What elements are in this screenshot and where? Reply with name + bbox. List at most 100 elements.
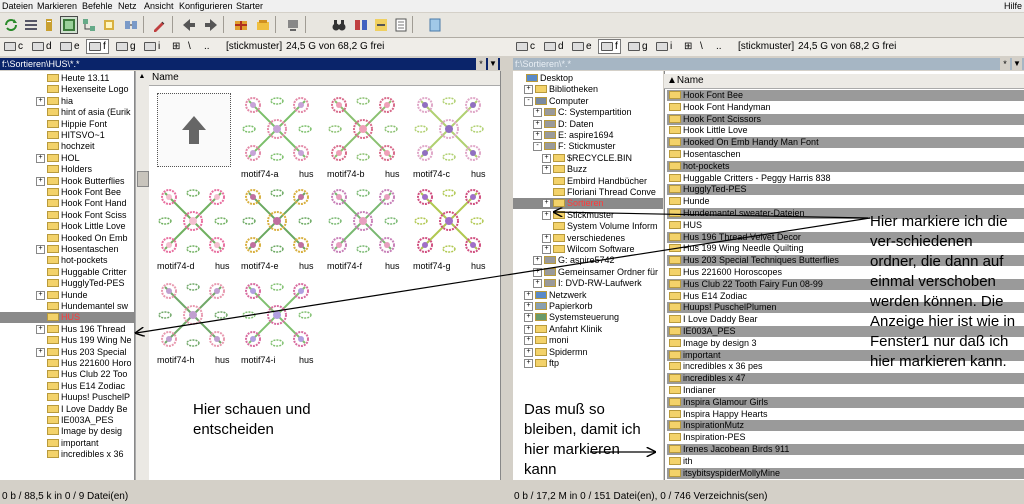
- tree-item[interactable]: HITSVO~1: [0, 130, 134, 141]
- tree-view-icon[interactable]: [80, 16, 98, 34]
- expand-icon[interactable]: +: [533, 279, 542, 289]
- drive-i-left[interactable]: i: [142, 40, 162, 53]
- right-path-bar[interactable]: f:\Sortieren\*.* * ▼: [513, 58, 1024, 70]
- expand-icon[interactable]: +: [36, 290, 45, 300]
- ftp-icon[interactable]: [284, 16, 302, 34]
- drive-d-right[interactable]: d: [542, 40, 566, 53]
- menu-befehle[interactable]: Befehle: [82, 0, 113, 12]
- notepad-icon[interactable]: [392, 16, 410, 34]
- tree-item[interactable]: hot-pockets: [0, 255, 134, 266]
- embroidery-thumbnail[interactable]: [413, 185, 485, 257]
- search-binoculars-icon[interactable]: [330, 16, 348, 34]
- drive-e-right[interactable]: e: [570, 40, 594, 53]
- scroll-thumb[interactable]: [137, 171, 149, 187]
- list-item[interactable]: incredibles x 47: [667, 373, 1024, 385]
- sync-dirs-icon[interactable]: [372, 16, 390, 34]
- tree-item[interactable]: - F: Stickmuster: [513, 141, 663, 152]
- back-arrow-icon[interactable]: [180, 16, 198, 34]
- tree-item[interactable]: + D: Daten: [513, 119, 663, 130]
- list-item[interactable]: Inspiration-PES: [667, 432, 1024, 443]
- right-history-star-button[interactable]: *: [1000, 58, 1010, 70]
- drive-e-left[interactable]: e: [58, 40, 82, 53]
- list-item[interactable]: Hook Font Scissors: [667, 113, 1024, 125]
- tree-item[interactable]: + $RECYCLE.BIN: [513, 153, 663, 164]
- tree-item[interactable]: + hia: [0, 96, 134, 107]
- expand-icon[interactable]: +: [542, 245, 551, 254]
- list-item[interactable]: Huggable Critters - Peggy Harris 838: [667, 173, 1024, 184]
- network-drive-icon-right[interactable]: ⊞: [682, 40, 694, 53]
- left-column-header[interactable]: Name: [149, 71, 500, 86]
- expand-icon[interactable]: +: [524, 336, 533, 346]
- thumbnail-view-icon[interactable]: [60, 16, 78, 34]
- sync-icon[interactable]: [122, 16, 140, 34]
- tree-item[interactable]: Hook Font Bee: [0, 187, 134, 198]
- expand-icon[interactable]: +: [542, 210, 551, 220]
- tree-item[interactable]: I Love Daddy Be: [0, 404, 134, 415]
- embroidery-thumbnail[interactable]: [157, 185, 229, 257]
- tree-item[interactable]: + verschiedenes: [513, 233, 663, 244]
- expand-icon[interactable]: +: [524, 85, 533, 95]
- drive-f-right[interactable]: f: [598, 39, 621, 54]
- expand-icon[interactable]: +: [542, 233, 551, 243]
- tree-item[interactable]: + Hus 203 Special: [0, 347, 134, 358]
- tree-item[interactable]: Embird Handbücher: [513, 176, 663, 187]
- root-button-right[interactable]: \: [700, 40, 703, 53]
- tree-item[interactable]: Desktop: [513, 73, 663, 84]
- tree-item[interactable]: + Spidermn: [513, 347, 663, 358]
- tree-item[interactable]: IE003A_PES: [0, 415, 134, 426]
- tree-item[interactable]: + Anfahrt Klinik: [513, 324, 663, 335]
- tree-item[interactable]: hochzeit: [0, 141, 134, 152]
- menu-dateien[interactable]: Dateien: [2, 0, 33, 12]
- forward-arrow-icon[interactable]: [202, 16, 220, 34]
- tree-item[interactable]: Huups! PuschelP: [0, 392, 134, 403]
- list-item[interactable]: Hunde: [667, 196, 1024, 207]
- tree-item[interactable]: Hus 199 Wing Ne: [0, 335, 134, 346]
- embroidery-thumbnail[interactable]: [241, 93, 313, 165]
- tree-item[interactable]: System Volume Inform: [513, 221, 663, 232]
- tree-item[interactable]: + I: DVD-RW-Laufwerk: [513, 278, 663, 289]
- tree-item[interactable]: HugglyTed-PES: [0, 278, 134, 289]
- cmd-icon[interactable]: [426, 16, 444, 34]
- embroidery-thumbnail[interactable]: [327, 93, 399, 165]
- parent-dir-thumbnail[interactable]: [157, 93, 231, 167]
- menu-hilfe[interactable]: Hilfe: [1004, 0, 1022, 12]
- menu-netz[interactable]: Netz: [118, 0, 137, 12]
- expand-icon[interactable]: +: [542, 165, 551, 175]
- list-item[interactable]: HugglyTed-PES: [667, 184, 1024, 196]
- list-item[interactable]: InspirationMutz: [667, 420, 1024, 432]
- drive-i-right[interactable]: i: [654, 40, 674, 53]
- details-view-icon[interactable]: [40, 16, 58, 34]
- tree-item[interactable]: + Netzwerk: [513, 290, 663, 301]
- list-item[interactable]: Hook Little Love: [667, 125, 1024, 136]
- tree-item[interactable]: + Sortieren: [513, 198, 663, 210]
- list-view-icon[interactable]: [22, 16, 40, 34]
- drive-d-left[interactable]: d: [30, 40, 54, 53]
- left-folder-tree[interactable]: Heute 13.11 Hexenseite Logo + hia hint of as…: [0, 71, 135, 480]
- list-item[interactable]: Indianer: [667, 385, 1024, 396]
- tree-item[interactable]: + Papierkorb: [513, 301, 663, 312]
- right-column-header[interactable]: ▲Name: [664, 74, 1024, 89]
- filter-icon[interactable]: [100, 16, 118, 34]
- scroll-up-icon[interactable]: ▲: [137, 72, 147, 82]
- list-item[interactable]: Inspira Happy Hearts: [667, 409, 1024, 420]
- tree-item[interactable]: + E: aspire1694: [513, 130, 663, 141]
- tree-item[interactable]: Hook Little Love: [0, 221, 134, 232]
- expand-icon[interactable]: +: [36, 96, 45, 106]
- right-history-dropdown-icon[interactable]: ▼: [1012, 58, 1022, 70]
- tree-item[interactable]: + G: aspire5742: [513, 255, 663, 266]
- tree-item[interactable]: Hus E14 Zodiac: [0, 381, 134, 392]
- tree-item[interactable]: Hook Font Sciss: [0, 210, 134, 221]
- tree-item[interactable]: Hus 221600 Horo: [0, 358, 134, 369]
- tree-item[interactable]: important: [0, 438, 134, 449]
- list-item[interactable]: Hook Font Handyman: [667, 102, 1024, 113]
- expand-icon[interactable]: +: [36, 324, 45, 334]
- menu-konfigurieren[interactable]: Konfigurieren: [179, 0, 233, 12]
- tree-item[interactable]: + HOL: [0, 153, 134, 164]
- drive-g-right[interactable]: g: [626, 40, 650, 53]
- expand-icon[interactable]: +: [524, 302, 533, 311]
- expand-icon[interactable]: +: [533, 108, 542, 118]
- multirename-icon[interactable]: [150, 16, 168, 34]
- left-history-star-button[interactable]: *: [476, 58, 486, 70]
- tree-item[interactable]: Hexenseite Logo: [0, 84, 134, 95]
- network-drive-icon-left[interactable]: ⊞: [170, 40, 182, 53]
